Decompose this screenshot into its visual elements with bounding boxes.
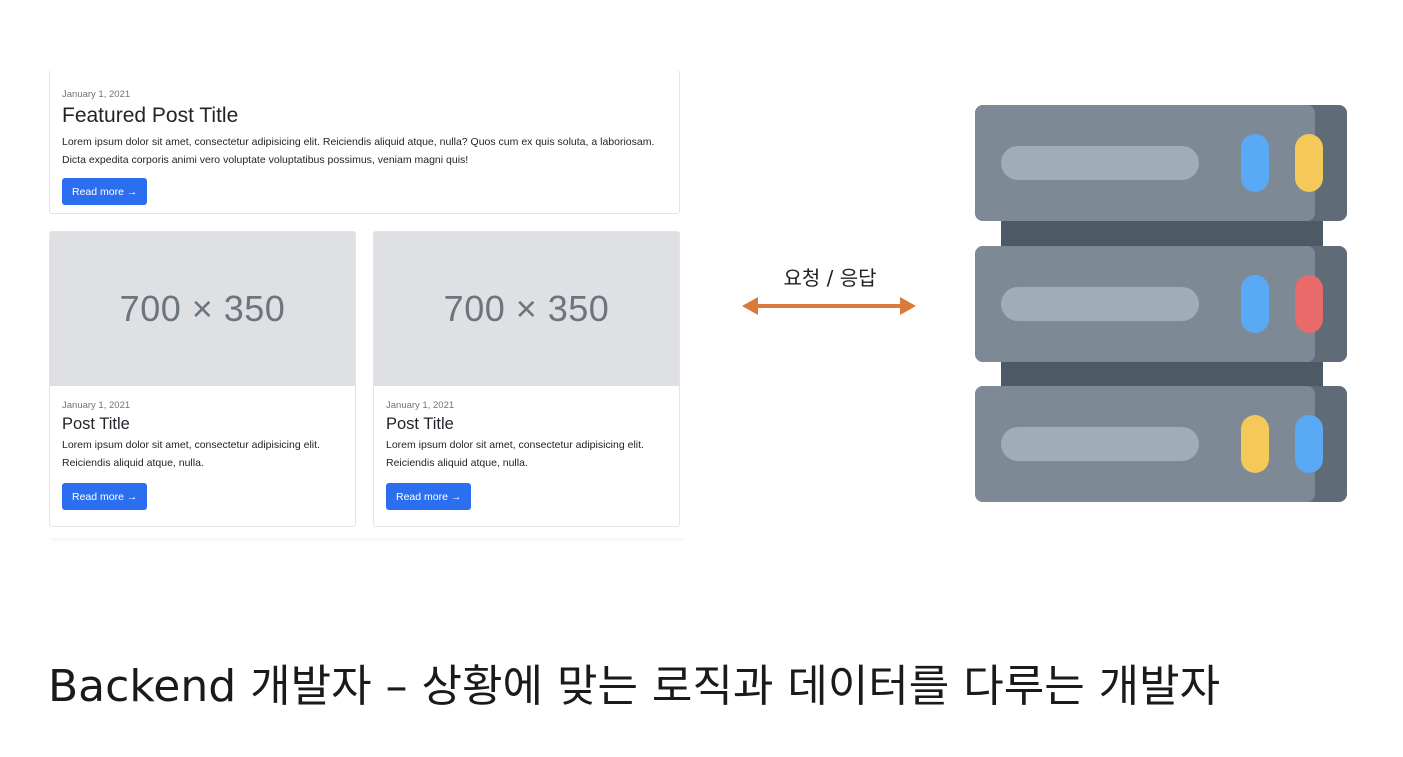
server-rack-icon (975, 105, 1347, 502)
post-excerpt: Lorem ipsum dolor sit amet, consectetur … (62, 136, 655, 166)
request-response-label: 요청 / 응답 (783, 266, 877, 290)
read-more-button[interactable]: Read more → (62, 178, 148, 205)
post-excerpt: Lorem ipsum dolor sit amet, consectetur … (62, 439, 320, 469)
slide-caption: Backend 개발자 – 상황에 맞는 로직과 데이터를 다루는 개발자 (48, 661, 1221, 712)
post-date: January 1, 2021 (62, 89, 131, 100)
post-date: January 1, 2021 (386, 400, 455, 411)
post-title[interactable]: Post Title (62, 413, 343, 435)
post-title[interactable]: Post Title (386, 413, 667, 435)
post-card: 700 × 350 January 1, 2021 Post Title Lor… (373, 231, 680, 527)
blog-page-screenshot: January 1, 2021 Featured Post Title Lore… (45, 70, 690, 538)
post-date: January 1, 2021 (62, 400, 131, 411)
featured-post-card: January 1, 2021 Featured Post Title Lore… (49, 70, 680, 214)
double-arrow-icon (742, 297, 916, 315)
post-image-placeholder[interactable]: 700 × 350 (50, 232, 355, 386)
read-more-button[interactable]: Read more → (62, 483, 148, 510)
post-image-placeholder[interactable]: 700 × 350 (374, 232, 679, 386)
post-card: 700 × 350 January 1, 2021 Post Title Lor… (49, 231, 356, 527)
read-more-button[interactable]: Read more → (386, 483, 472, 510)
post-excerpt: Lorem ipsum dolor sit amet, consectetur … (386, 439, 644, 469)
featured-post-title[interactable]: Featured Post Title (62, 102, 667, 130)
